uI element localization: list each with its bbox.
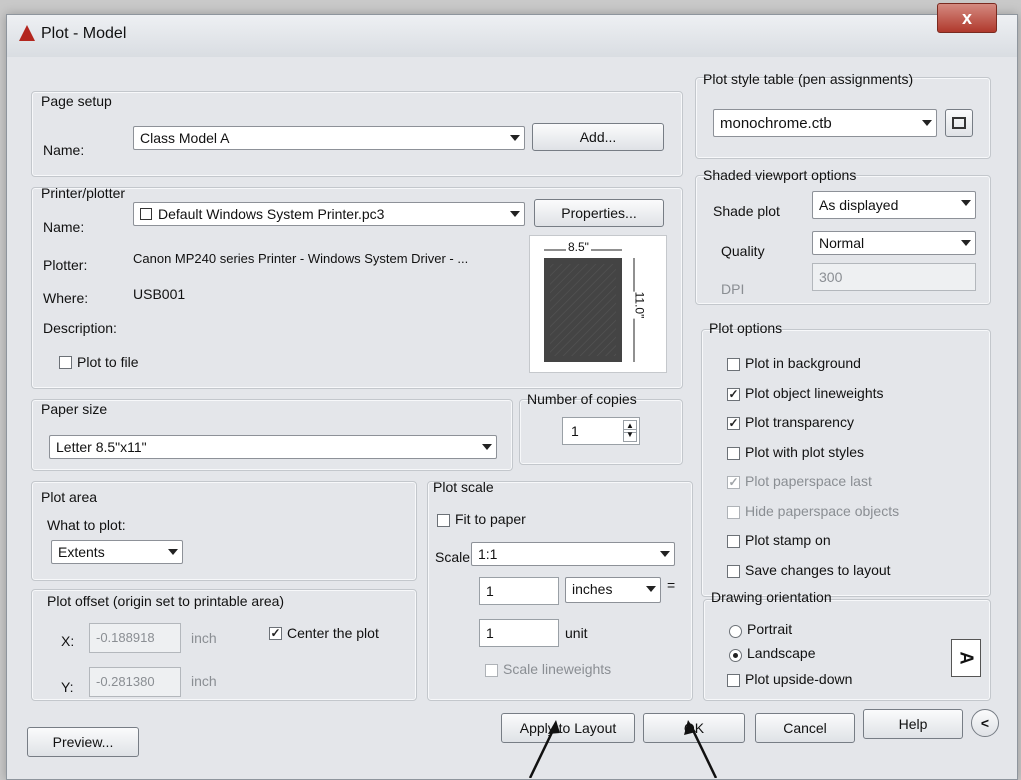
arrow-head-apply xyxy=(548,720,560,734)
annotation-arrows xyxy=(528,720,718,778)
